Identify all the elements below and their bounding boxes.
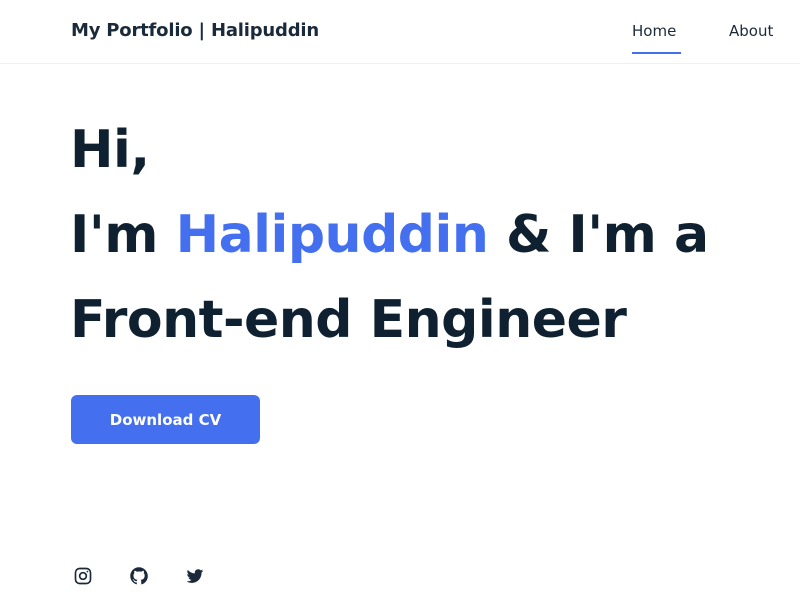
nav-link-home[interactable]: Home — [632, 22, 676, 40]
hero-heading: Hi, I'm Halipuddin & I'm a Front-end Eng… — [70, 108, 770, 363]
hero-intro-prefix: I'm — [70, 205, 176, 265]
download-cv-button[interactable]: Download CV — [71, 395, 260, 444]
instagram-icon[interactable] — [72, 565, 94, 587]
top-navbar: My Portfolio | Halipuddin Home About — [0, 0, 800, 64]
hero-greeting: Hi, — [70, 120, 150, 180]
twitter-icon[interactable] — [184, 565, 206, 587]
active-nav-indicator — [632, 52, 681, 54]
hero-intro-line: I'm Halipuddin & I'm a — [70, 193, 770, 278]
site-brand[interactable]: My Portfolio | Halipuddin — [71, 20, 319, 41]
nav-link-about[interactable]: About — [729, 22, 773, 40]
hero-name: Halipuddin — [175, 205, 489, 265]
hero-intro-suffix: & I'm a — [488, 205, 709, 265]
hero-role: Front-end Engineer — [70, 290, 627, 350]
github-icon[interactable] — [128, 565, 150, 587]
